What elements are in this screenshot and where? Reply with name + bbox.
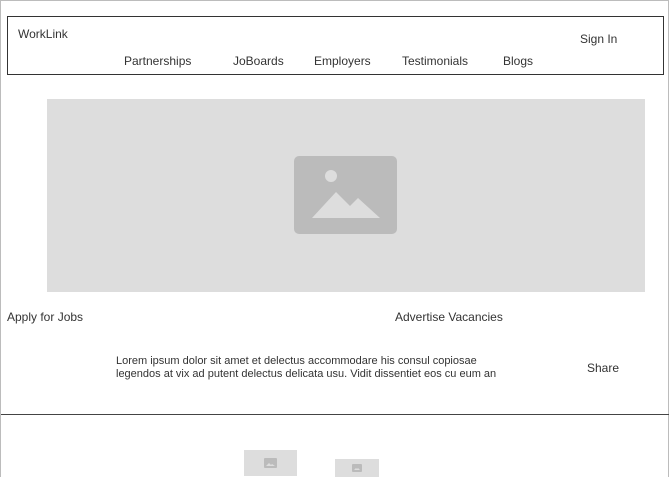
- image-placeholder-icon: [352, 464, 362, 472]
- image-placeholder-icon: [294, 156, 397, 234]
- advertise-vacancies-link[interactable]: Advertise Vacancies: [395, 310, 503, 324]
- brand-logo-text[interactable]: WorkLink: [18, 27, 68, 41]
- site-header: WorkLink Sign In Partnerships JoBoards E…: [7, 16, 664, 75]
- section-divider: [1, 414, 669, 415]
- footer-thumbnail-2: [335, 459, 379, 477]
- sign-in-link[interactable]: Sign In: [580, 32, 617, 46]
- nav-item-testimonials[interactable]: Testimonials: [402, 54, 468, 68]
- hero-image-placeholder: [47, 99, 645, 292]
- share-link[interactable]: Share: [587, 361, 619, 375]
- footer-thumbnail-1: [244, 450, 297, 476]
- description-text: Lorem ipsum dolor sit amet et delectus a…: [116, 355, 556, 381]
- nav-item-joboards[interactable]: JoBoards: [233, 54, 284, 68]
- apply-for-jobs-link[interactable]: Apply for Jobs: [7, 310, 83, 324]
- description-line-1: Lorem ipsum dolor sit amet et delectus a…: [116, 355, 477, 367]
- description-line-2: legendos at vix ad putent delectus delic…: [116, 368, 497, 380]
- image-placeholder-icon: [264, 458, 277, 468]
- nav-item-partnerships[interactable]: Partnerships: [124, 54, 191, 68]
- page-frame: WorkLink Sign In Partnerships JoBoards E…: [0, 0, 669, 477]
- nav-item-blogs[interactable]: Blogs: [503, 54, 533, 68]
- nav-item-employers[interactable]: Employers: [314, 54, 371, 68]
